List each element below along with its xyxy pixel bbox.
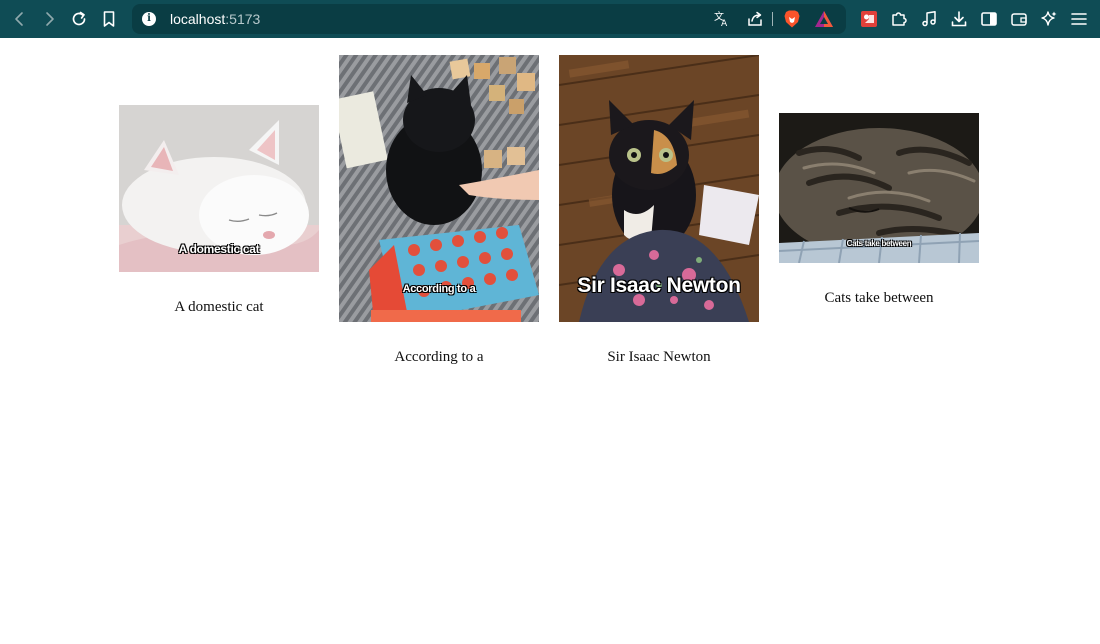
svg-text:A: A [721,19,728,28]
share-icon [748,11,762,26]
bookmark-button[interactable] [97,7,121,31]
download-icon [951,11,967,27]
address-divider [772,12,773,26]
share-button[interactable] [745,9,765,29]
gallery-card: A domestic cat A domestic cat [119,105,319,325]
back-button[interactable] [8,7,32,31]
gallery-card: Sir Isaac Newton Sir Isaac Newton [559,55,759,375]
leo-ai-button[interactable] [1038,8,1060,30]
sidebar-icon [981,12,997,26]
extensions-button[interactable] [888,8,910,30]
reload-icon [72,11,86,26]
extension-button[interactable] [858,8,880,30]
cat-photo: A domestic cat [119,105,319,272]
gallery-card: According to a According to a [339,55,539,375]
brave-shields-button[interactable] [782,9,802,29]
meme-caption: Cats take between [846,239,912,248]
wallet-icon [1011,13,1027,26]
translate-icon: 文A [714,10,728,28]
rewards-triangle-icon [815,11,833,27]
cat-photo: According to a [339,55,539,322]
brave-rewards-button[interactable] [814,9,834,29]
extension-icon [861,11,877,27]
forward-button[interactable] [37,7,61,31]
media-button[interactable] [918,8,940,30]
meme-caption: According to a [402,283,476,295]
url-host: localhost [170,11,226,27]
puzzle-icon [892,12,907,26]
chevron-left-icon [15,12,23,26]
url-text[interactable]: localhost:5173 [170,10,260,28]
address-bar[interactable]: i localhost:5173 文A [132,4,846,34]
hamburger-menu-icon [1071,13,1087,25]
meme-caption: Sir Isaac Newton [577,274,741,297]
gallery-card: Cats take between Cats take between [779,113,979,323]
url-port: :5173 [225,11,261,27]
cat-photo: Cats take between [779,113,979,263]
translate-button[interactable]: 文A [712,9,732,29]
wallet-button[interactable] [1008,8,1030,30]
card-label: Cats take between [824,290,934,306]
bookmark-icon [103,11,115,27]
reload-button[interactable] [67,7,91,31]
brave-lion-icon [784,10,800,28]
meme-caption: A domestic cat [178,242,260,256]
chevron-right-icon [46,12,54,26]
browser-toolbar: i localhost:5173 文A [0,0,1100,38]
card-label: According to a [394,349,484,365]
card-label: Sir Isaac Newton [607,349,711,365]
info-icon[interactable]: i [142,12,156,26]
cat-photo: Sir Isaac Newton [559,55,759,322]
sparkle-icon [1041,11,1057,26]
music-note-icon [922,11,936,27]
card-label: A domestic cat [174,299,264,315]
menu-button[interactable] [1068,8,1090,30]
sidebar-button[interactable] [978,8,1000,30]
downloads-button[interactable] [948,8,970,30]
